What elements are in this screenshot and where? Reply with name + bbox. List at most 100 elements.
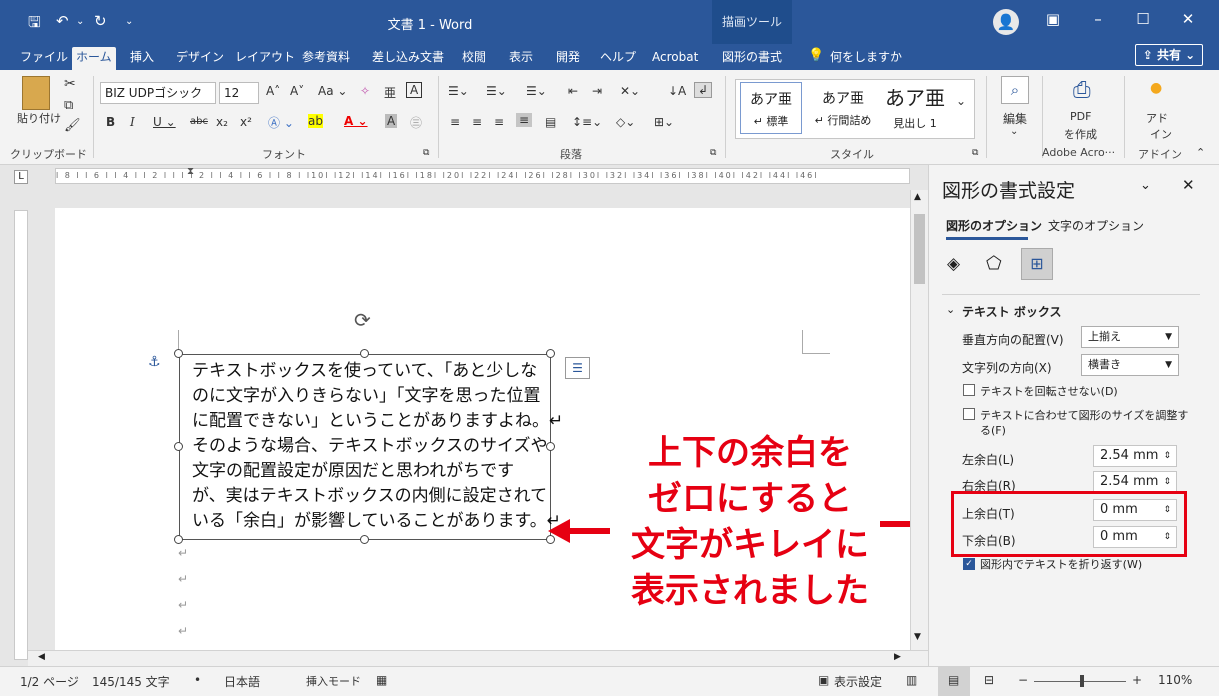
multilevel-list-icon[interactable]: ☰⌄ [526,84,547,98]
scroll-right-icon[interactable]: ▶ [894,652,901,662]
tab-shape-options[interactable]: 図形のオプション [946,217,1042,234]
spinner-icon[interactable]: ⇕ [1163,500,1171,520]
direction-select[interactable]: 横書き ▼ [1081,354,1179,376]
edit-dropdown-icon[interactable]: ⌄ [1010,126,1018,137]
close-icon[interactable]: ✕ [1173,10,1203,28]
zoom-out-icon[interactable]: − [1018,673,1028,687]
left-margin-input[interactable]: 2.54 mm ⇕ [1093,445,1177,467]
maximize-icon[interactable]: ☐ [1128,10,1158,28]
customize-icon[interactable]: ⌄ [125,16,133,27]
tab-mailings[interactable]: 差し込み文書 [368,47,448,70]
addin-label[interactable]: アド [1146,110,1168,126]
right-margin-input[interactable]: 2.54 mm ⇕ [1093,471,1177,493]
resize-handle[interactable] [546,442,555,451]
layout-properties-icon[interactable]: ⊞ [1021,248,1053,280]
char-border-icon[interactable]: A [406,82,423,98]
increase-indent-icon[interactable]: ⇥ [592,84,602,98]
rotate-handle-icon[interactable]: ⟳ [354,308,371,332]
valign-select[interactable]: 上揃え ▼ [1081,326,1179,348]
pane-options-icon[interactable]: ⌄ [1140,178,1151,193]
search-icon[interactable]: ⌕ [1001,76,1029,104]
style-item-heading1[interactable]: あア亜 見出し 1 [880,82,950,134]
spinner-icon[interactable]: ⇕ [1163,472,1171,492]
wrap-text-checkbox[interactable]: ✓ [963,558,975,570]
align-center-icon[interactable]: ≡ [472,115,482,129]
font-size-select[interactable]: 12 [219,82,259,104]
font-name-select[interactable]: BIZ UDPゴシック [100,82,216,104]
pdf-label[interactable]: PDF [1070,110,1091,123]
text-effects-icon[interactable]: Ⓐ ⌄ [268,114,294,131]
resize-handle[interactable] [174,349,183,358]
undo-icon[interactable]: ↶ [56,12,69,30]
minimize-icon[interactable]: – [1083,10,1113,28]
distributed-icon[interactable]: ▤ [545,115,556,129]
account-avatar-icon[interactable]: 👤 [993,9,1019,35]
macro-icon[interactable]: ▦ [376,673,387,687]
display-settings[interactable]: 表示設定 [834,673,882,690]
insert-mode[interactable]: 挿入モード [306,673,361,689]
tab-developer[interactable]: 開発 [552,47,584,70]
underline-icon[interactable]: U ⌄ [153,115,176,129]
word-count[interactable]: 145/145 文字 [92,673,170,690]
change-case-icon[interactable]: Aa ⌄ [318,84,347,98]
font-dialog-launcher-icon[interactable]: ⧉ [423,148,429,158]
align-right-icon[interactable]: ≡ [494,115,504,129]
pane-close-icon[interactable]: ✕ [1182,176,1195,194]
share-button[interactable]: ⇪ 共有 ⌄ [1135,44,1203,66]
tab-layout[interactable]: レイアウト [231,47,299,70]
vertical-ruler[interactable] [14,210,28,660]
scroll-left-icon[interactable]: ◀ [38,652,45,662]
bullets-icon[interactable]: ☰⌄ [448,84,469,98]
resize-handle[interactable] [174,535,183,544]
tab-help[interactable]: ヘルプ [596,47,640,70]
tab-design[interactable]: デザイン [172,47,228,70]
redo-icon[interactable]: ↻ [94,12,107,30]
tab-review[interactable]: 校閲 [458,47,490,70]
bold-icon[interactable]: B [106,115,115,129]
shrink-font-icon[interactable]: A˅ [290,84,304,98]
web-layout-icon[interactable]: ⊟ [984,673,994,687]
spinner-icon[interactable]: ⇕ [1163,527,1171,547]
bottom-margin-input[interactable]: 0 mm ⇕ [1093,526,1177,548]
top-margin-input[interactable]: 0 mm ⇕ [1093,499,1177,521]
superscript-icon[interactable]: x² [240,115,252,129]
print-layout-icon[interactable]: ▤ [948,673,959,687]
edit-label[interactable]: 編集 [1003,110,1027,127]
zoom-in-icon[interactable]: + [1132,673,1142,687]
cut-icon[interactable]: ✂ [64,76,76,92]
language[interactable]: 日本語 [224,673,260,690]
borders-icon[interactable]: ⊞⌄ [654,115,674,129]
tab-selector-icon[interactable]: L [14,170,28,184]
effects-icon[interactable]: ⬠ [986,253,1002,274]
shading-icon[interactable]: ◇⌄ [616,115,635,129]
numbering-icon[interactable]: ☰⌄ [486,84,507,98]
copy-icon[interactable]: ⧉ [64,98,73,113]
highlight-icon[interactable]: ab [308,114,323,128]
paragraph-dialog-launcher-icon[interactable]: ⧉ [710,148,716,158]
clear-format-icon[interactable]: ✧ [360,84,370,98]
decrease-indent-icon[interactable]: ⇤ [568,84,578,98]
read-mode-icon[interactable]: ▥ [906,673,917,687]
justify-icon[interactable]: ≡ [516,113,533,127]
resize-handle[interactable] [546,349,555,358]
font-color-icon[interactable]: A ⌄ [344,114,368,128]
layout-options-icon[interactable]: ☰ [565,357,590,379]
scroll-thumb[interactable] [914,214,925,284]
style-item-no-spacing[interactable]: あア亜 ↵ 行間詰め [808,82,878,134]
page-count[interactable]: 1/2 ページ [20,673,79,690]
resize-handle[interactable] [360,349,369,358]
display-settings-icon[interactable]: ▣ [818,673,829,687]
tab-home[interactable]: ホーム [72,47,116,70]
zoom-level[interactable]: 110% [1158,673,1192,687]
horizontal-scrollbar[interactable]: ◀ ▶ [28,650,928,666]
tell-me-search[interactable]: 何をしますか [826,47,906,70]
align-left-icon[interactable]: ≡ [450,115,460,129]
italic-icon[interactable]: I [130,115,135,129]
scroll-up-icon[interactable]: ▲ [914,192,921,202]
tab-shape-format[interactable]: 図形の書式 [718,47,786,70]
format-painter-icon[interactable]: 🖌 [64,118,81,133]
tab-insert[interactable]: 挿入 [126,47,158,70]
collapse-ribbon-icon[interactable]: ⌃ [1196,146,1205,159]
style-item-normal[interactable]: あア亜 ↵ 標準 [740,82,802,134]
fill-line-icon[interactable]: ◈ [947,254,960,274]
